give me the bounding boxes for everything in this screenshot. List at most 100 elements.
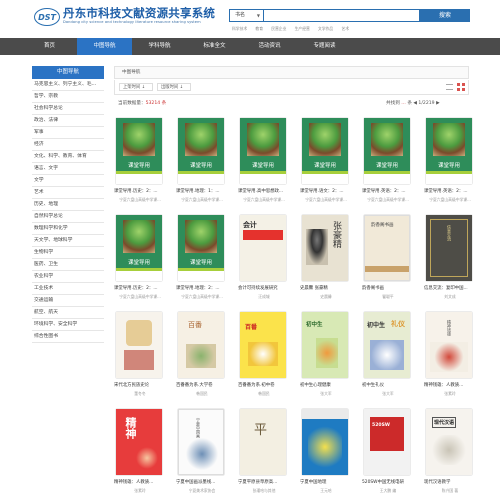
sidebar-item[interactable]: 交通运输 xyxy=(32,295,104,307)
hot-word[interactable]: 生产经营 xyxy=(295,26,310,31)
book-title[interactable]: 宁夏平原县草原高... xyxy=(238,479,290,485)
book-cover[interactable]: 课堂导用 xyxy=(302,118,348,184)
sidebar-item[interactable]: 语言、文字 xyxy=(32,163,104,175)
book-card[interactable]: 会计 会计可持续发展研究 汪成城 xyxy=(238,215,290,300)
hot-word[interactable]: 民营企业 xyxy=(271,26,286,31)
sidebar-item[interactable]: 天文学、地球科学 xyxy=(32,235,104,247)
nav-standards[interactable]: 标准全文 xyxy=(187,38,242,55)
hot-word[interactable]: 艺术 xyxy=(341,26,349,31)
prev-page-icon[interactable]: ◀ xyxy=(413,101,417,106)
book-cover[interactable]: 百番 xyxy=(178,312,224,378)
book-title[interactable]: 宁夏中国地理 xyxy=(300,479,352,485)
sidebar-item[interactable]: 历史、地理 xyxy=(32,199,104,211)
book-title[interactable]: 会计可持续发展研究 xyxy=(238,285,290,291)
book-title[interactable]: 百番番为系.初中卷 xyxy=(238,382,290,388)
book-cover[interactable]: 宁夏中国画 xyxy=(178,409,224,475)
book-card[interactable]: 课堂导用 课堂导用.英语：2：... 宁夏六盘山高级中学课... xyxy=(362,118,414,203)
book-cover[interactable]: 课堂导用 xyxy=(426,118,472,184)
book-cover[interactable]: 平 xyxy=(240,409,286,475)
book-title[interactable]: 课堂导用.历史：2：... xyxy=(114,285,166,291)
book-card[interactable]: 平 宁夏平原县草原高... 张瑾哈与其他 xyxy=(238,409,290,494)
book-title[interactable]: 520SW中国无线电研 xyxy=(362,479,414,485)
book-title[interactable]: 百番番为系.大学卷 xyxy=(176,382,228,388)
book-cover[interactable]: 课堂导用 xyxy=(240,118,286,184)
book-cover[interactable]: 信息交流 xyxy=(426,215,472,281)
book-card[interactable]: 韵香阁书画 韵香阁书画 瞿聪平 xyxy=(362,215,414,300)
book-title[interactable]: 宋代北方民族史论 xyxy=(114,382,166,388)
sidebar-item[interactable]: 文学 xyxy=(32,175,104,187)
nav-clc[interactable]: 中图导航 xyxy=(77,38,132,55)
sidebar-item[interactable]: 艺术 xyxy=(32,187,104,199)
book-cover[interactable] xyxy=(302,409,348,475)
sidebar-item[interactable]: 工业技术 xyxy=(32,283,104,295)
book-title[interactable]: 精神钱雄：人教质... xyxy=(424,382,476,388)
sidebar-item[interactable]: 农业科学 xyxy=(32,271,104,283)
site-title[interactable]: 丹东市科技文献资源共享系统 xyxy=(63,5,215,21)
book-title[interactable]: 课堂导用.英语：2：... xyxy=(362,188,414,194)
book-title[interactable]: 课堂导用.英语：2：... xyxy=(424,188,476,194)
book-title[interactable]: 史晨馨 张豪精 xyxy=(300,285,352,291)
book-card[interactable]: 课堂导用 课堂导用.语文：2：... 宁夏六盘山高级中学课... xyxy=(300,118,352,203)
sidebar-item[interactable]: 生物科学 xyxy=(32,247,104,259)
book-cover[interactable]: 初中生 xyxy=(302,312,348,378)
hot-word[interactable]: 科学技术 xyxy=(232,26,247,31)
next-page-icon[interactable]: ▶ xyxy=(436,101,440,106)
book-title[interactable]: 现代汉语教学 xyxy=(424,479,476,485)
sidebar-item[interactable]: 数理科学和化学 xyxy=(32,223,104,235)
list-view-icon[interactable] xyxy=(446,84,453,90)
book-cover[interactable]: 现代汉语 xyxy=(426,409,472,475)
book-title[interactable]: 初中生礼仪 xyxy=(362,382,414,388)
book-cover[interactable]: 韵香阁书画 xyxy=(364,215,410,281)
book-card[interactable]: 信息交流 信息交流：复印中国... 刘文成 xyxy=(424,215,476,300)
sidebar-item[interactable]: 综合性图书 xyxy=(32,331,104,343)
book-cover[interactable]: 课堂导用 xyxy=(116,215,162,281)
search-field-select[interactable]: 书名 ▼ xyxy=(229,9,263,22)
book-cover[interactable]: 初中生 礼仪 xyxy=(364,312,410,378)
book-card[interactable]: 520SW 520SW中国无线电研 王大鹏 编 xyxy=(362,409,414,494)
sidebar-item[interactable]: 医药、卫生 xyxy=(32,259,104,271)
book-card[interactable]: 初中生 初中生心理健康 张大军 xyxy=(300,312,352,397)
book-card[interactable]: 现代汉语 现代汉语教学 陈兴国 著 xyxy=(424,409,476,494)
hot-word[interactable]: 教育 xyxy=(255,26,263,31)
nav-home[interactable]: 首页 xyxy=(22,38,77,55)
book-title[interactable]: 初中生心理健康 xyxy=(300,382,352,388)
grid-view-icon[interactable] xyxy=(457,83,465,91)
book-card[interactable]: 百番 百番番为系.初中卷 韩国民 xyxy=(238,312,290,397)
book-cover[interactable]: 课堂导用 xyxy=(116,118,162,184)
sidebar-item[interactable]: 社会科学总论 xyxy=(32,103,104,115)
book-cover[interactable]: 会计 xyxy=(240,215,286,281)
book-title[interactable]: 课堂导用.历史：2：... xyxy=(114,188,166,194)
nav-news[interactable]: 活动资讯 xyxy=(242,38,297,55)
search-input[interactable] xyxy=(263,9,420,22)
book-title[interactable]: 课堂导用.地理：1：... xyxy=(176,188,228,194)
sidebar-item[interactable]: 哲学、宗教 xyxy=(32,91,104,103)
book-cover[interactable]: 精神 xyxy=(116,409,162,475)
book-card[interactable]: 课堂导用 课堂导用.历史：2：... 宁夏六盘山高级中学课... xyxy=(114,215,166,300)
book-title[interactable]: 韵香阁书画 xyxy=(362,285,414,291)
book-title[interactable]: 信息交流：复印中国... xyxy=(424,285,476,291)
book-card[interactable]: 宋代北方民族史论 董冬冬 xyxy=(114,312,166,397)
book-title[interactable]: 精神钱雄：人教质... xyxy=(114,479,166,485)
sidebar-item[interactable]: 航空、航天 xyxy=(32,307,104,319)
book-card[interactable]: 宁夏中国地理 王元哈 xyxy=(300,409,352,494)
book-card[interactable]: 课堂导用 课堂导用.地理：2：... 宁夏六盘山高级中学课... xyxy=(176,215,228,300)
nav-topics[interactable]: 专题阅读 xyxy=(297,38,352,55)
book-card[interactable]: 初中生 礼仪 初中生礼仪 张大军 xyxy=(362,312,414,397)
book-card[interactable]: 张豪精 史晨馨 张豪精 史晨馨 xyxy=(300,215,352,300)
logo-mark[interactable]: DST xyxy=(34,8,60,26)
book-cover[interactable]: 张豪精 xyxy=(302,215,348,281)
book-title[interactable]: 课堂导用.高中思想政... xyxy=(238,188,290,194)
book-cover[interactable]: 520SW xyxy=(364,409,410,475)
book-card[interactable]: 精神钱雄 精神钱雄：人教质... 张素玲 xyxy=(424,312,476,397)
book-title[interactable]: 课堂导用.语文：2：... xyxy=(300,188,352,194)
book-card[interactable]: 课堂导用 课堂导用.高中思想政... 宁夏六盘山高级中学课... xyxy=(238,118,290,203)
book-card[interactable]: 百番 百番番为系.大学卷 韩国民 xyxy=(176,312,228,397)
sidebar-item[interactable]: 马克思主义、列宁主义、毛... xyxy=(32,79,104,91)
sidebar-item[interactable]: 政治、法律 xyxy=(32,115,104,127)
book-cover[interactable]: 课堂导用 xyxy=(178,118,224,184)
book-title[interactable]: 课堂导用.地理：2：... xyxy=(176,285,228,291)
hot-word[interactable]: 文学作品 xyxy=(318,26,333,31)
book-cover[interactable]: 课堂导用 xyxy=(364,118,410,184)
sidebar-item[interactable]: 经济 xyxy=(32,139,104,151)
book-cover[interactable]: 百番 xyxy=(240,312,286,378)
